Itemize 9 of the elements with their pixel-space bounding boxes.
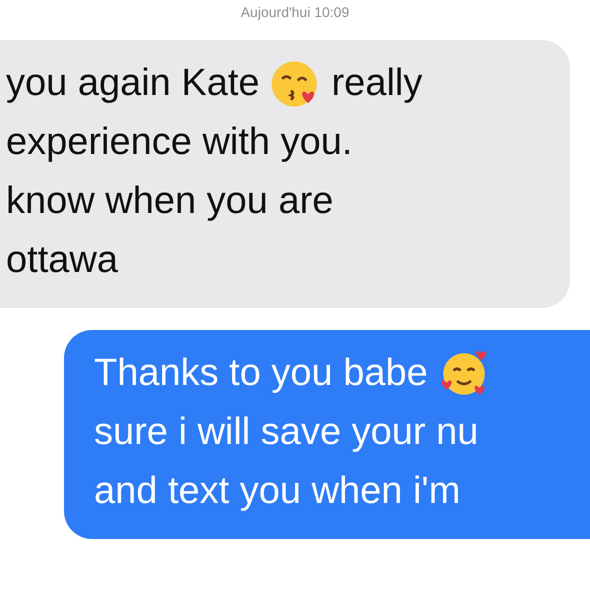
- message-text: sure i will save your nu: [94, 410, 478, 455]
- message-text: ottawa: [6, 238, 118, 283]
- message-text: experience with you.: [6, 120, 352, 165]
- message-text: know when you are: [6, 179, 334, 224]
- message-text: and text you when i'm: [94, 469, 460, 514]
- message-text: really: [332, 61, 422, 106]
- timestamp: Aujourd'hui 10:09: [240, 3, 350, 22]
- message-text: Thanks to you babe: [94, 351, 428, 396]
- message-text: you again Kate: [6, 61, 260, 106]
